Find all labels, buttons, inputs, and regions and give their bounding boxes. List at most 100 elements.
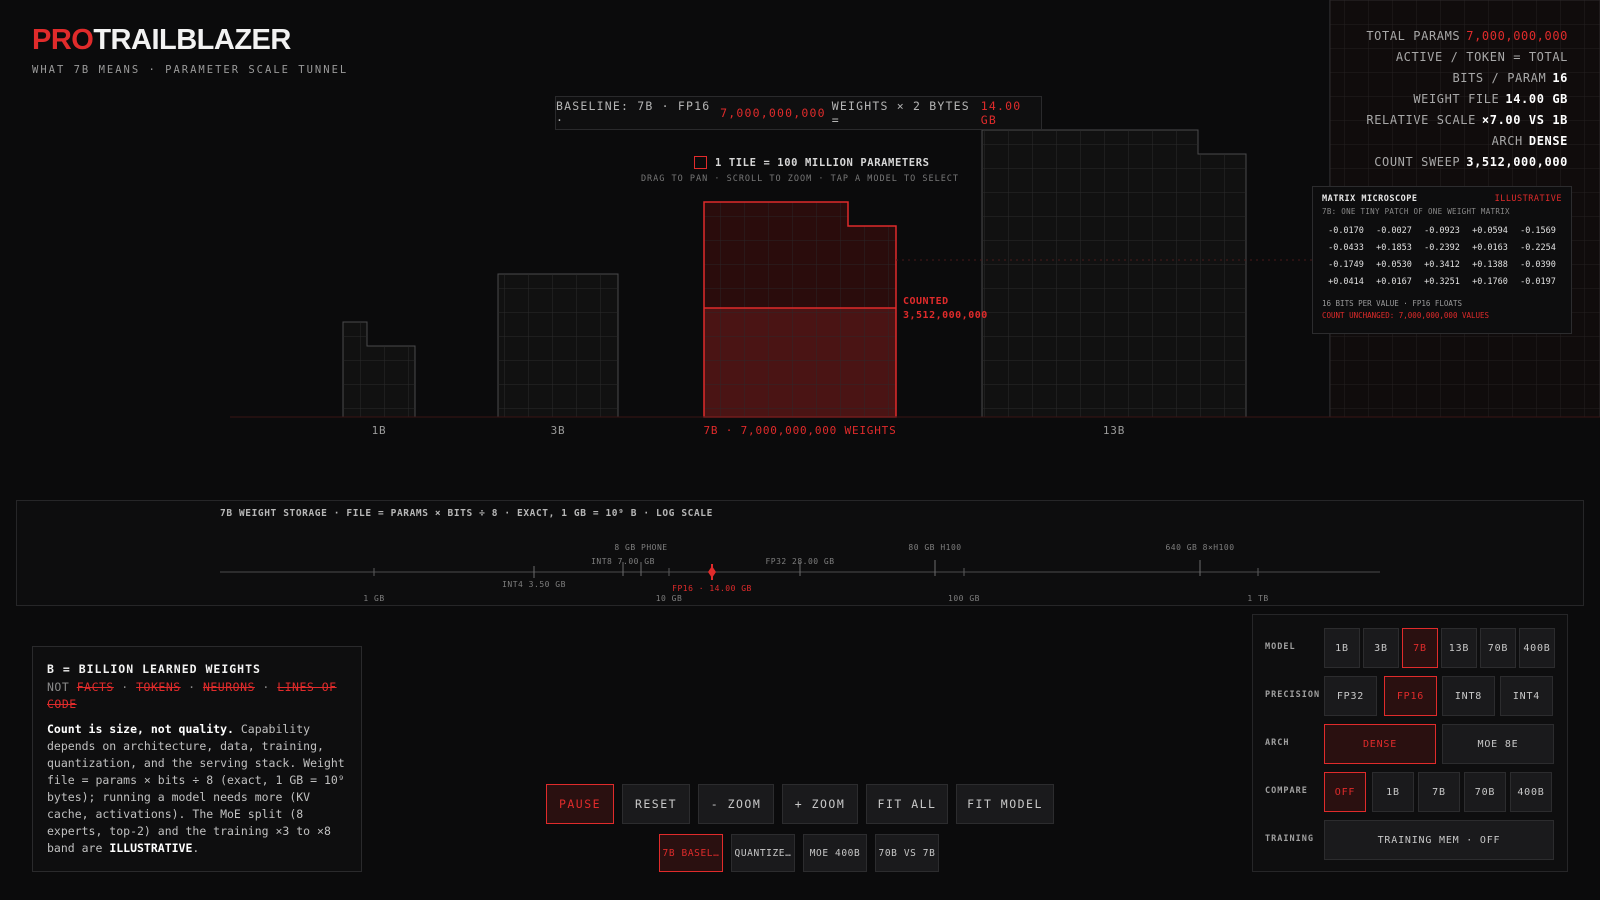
- weight-value: +0.0163: [1472, 243, 1508, 253]
- model-option-13b[interactable]: 13B: [1441, 628, 1477, 668]
- weight-value: +0.1853: [1376, 243, 1412, 253]
- weight-value: -0.0923: [1424, 226, 1460, 236]
- model-block-7b: [703, 201, 897, 418]
- precision-label: PRECISION: [1265, 690, 1321, 700]
- compare-option-7b[interactable]: 7B: [1418, 772, 1460, 812]
- stat-value: 14.00 GB: [1505, 92, 1568, 106]
- weight-value: -0.0390: [1520, 260, 1556, 270]
- zoom-in-button[interactable]: + ZOOM: [782, 784, 858, 824]
- weight-value: -0.2392: [1424, 243, 1460, 253]
- model-label-3b[interactable]: 3B: [551, 424, 566, 437]
- fit-all-button[interactable]: FIT ALL: [866, 784, 948, 824]
- brand-logo: PROTRAILBLAZER: [32, 24, 291, 56]
- weight-value: -0.0197: [1520, 277, 1556, 287]
- weight-value: -0.0170: [1328, 226, 1364, 236]
- stat-label: RELATIVE SCALE: [1366, 113, 1476, 127]
- stat-label: ACTIVE / TOKEN = TOTAL: [1395, 50, 1568, 64]
- weight-value: +0.1760: [1472, 277, 1508, 287]
- compare-option-1b[interactable]: 1B: [1372, 772, 1414, 812]
- model-label-7b[interactable]: 7B · 7,000,000,000 WEIGHTS: [704, 424, 897, 437]
- stat-label: COUNT SWEEP: [1374, 155, 1461, 169]
- marker-8xh100: 640 GB 8×H100: [1165, 543, 1235, 552]
- stat-row: RELATIVE SCALE ×7.00 VS 1B: [1366, 110, 1568, 131]
- weight-value: +0.1388: [1472, 260, 1508, 270]
- preset-moe-400b[interactable]: MOE 400B: [803, 834, 867, 872]
- reset-button[interactable]: RESET: [622, 784, 690, 824]
- stat-label: ARCH: [1491, 134, 1523, 148]
- stat-value: 7,000,000,000: [1466, 29, 1568, 43]
- stat-row: ARCH DENSE: [1366, 131, 1568, 152]
- stat-row: WEIGHT FILE 14.00 GB: [1366, 89, 1568, 110]
- stat-row: TOTAL PARAMS 7,000,000,000: [1366, 26, 1568, 47]
- weight-value: -0.1749: [1328, 260, 1364, 270]
- model-option-7b[interactable]: 7B: [1402, 628, 1438, 668]
- model-label-1b[interactable]: 1B: [372, 424, 387, 437]
- model-option-400b[interactable]: 400B: [1519, 628, 1555, 668]
- compare-option-400b[interactable]: 400B: [1510, 772, 1552, 812]
- stat-value: DENSE: [1528, 134, 1568, 148]
- not-list: NOT FACTS · TOKENS · NEURONS · LINES OF …: [47, 680, 337, 711]
- weight-value: +0.0167: [1376, 277, 1412, 287]
- arch-option-dense[interactable]: DENSE: [1324, 724, 1436, 764]
- preset-quantize[interactable]: QUANTIZE…: [731, 834, 795, 872]
- precision-option-int4[interactable]: INT4: [1500, 676, 1553, 716]
- stat-row: BITS / PARAM 16: [1366, 68, 1568, 89]
- fit-model-button[interactable]: FIT MODEL: [956, 784, 1054, 824]
- tick-1gb: 1 GB: [363, 594, 385, 603]
- tick-10gb: 10 GB: [655, 594, 683, 603]
- weight-value: -0.2254: [1520, 243, 1556, 253]
- preset-70b-vs-7b[interactable]: 70B VS 7B: [875, 834, 939, 872]
- weight-value: +0.3412: [1424, 260, 1460, 270]
- weight-value: +0.0414: [1328, 277, 1364, 287]
- marker-fp16: FP16 · 14.00 GB: [672, 584, 752, 593]
- storage-title: 7B WEIGHT STORAGE · FILE = PARAMS × BITS…: [220, 508, 713, 519]
- tick-1tb: 1 TB: [1247, 594, 1269, 603]
- training-label: TRAINING: [1265, 834, 1314, 844]
- stat-label: WEIGHT FILE: [1413, 92, 1500, 106]
- matrix-microscope: MATRIX MICROSCOPE ILLUSTRATIVE 7B: ONE TI…: [1312, 186, 1572, 334]
- weight-value: -0.0027: [1376, 226, 1412, 236]
- stats-panel: TOTAL PARAMS 7,000,000,000 ACTIVE / TOKEN …: [1366, 26, 1568, 173]
- precision-option-fp16[interactable]: FP16: [1384, 676, 1437, 716]
- info-card: B = BILLION LEARNED WEIGHTS NOT FACTS · …: [32, 646, 362, 872]
- stat-value: 3,512,000,000: [1466, 155, 1568, 169]
- app-subtitle: WHAT 7B MEANS · PARAMETER SCALE TUNNEL: [32, 64, 349, 76]
- arch-label: ARCH: [1265, 738, 1290, 748]
- tick-100gb: 100 GB: [948, 594, 980, 603]
- weight-value: +0.3251: [1424, 277, 1460, 287]
- model-block-3b: [497, 273, 619, 418]
- preset-7b-baseline[interactable]: 7B BASEL…: [659, 834, 723, 872]
- stat-label: BITS / PARAM: [1452, 71, 1547, 85]
- compare-option-70b[interactable]: 70B: [1464, 772, 1506, 812]
- model-label-13b[interactable]: 13B: [1103, 424, 1125, 437]
- stat-label: TOTAL PARAMS: [1366, 29, 1461, 43]
- marker-phone: 8 GB PHONE: [614, 543, 668, 552]
- stat-row: COUNT SWEEP 3,512,000,000: [1366, 152, 1568, 173]
- model-option-1b[interactable]: 1B: [1324, 628, 1360, 668]
- model-option-3b[interactable]: 3B: [1363, 628, 1399, 668]
- precision-option-fp32[interactable]: FP32: [1324, 676, 1377, 716]
- compare-label: COMPARE: [1265, 786, 1308, 796]
- weight-value: +0.0530: [1376, 260, 1412, 270]
- weight-matrix: -0.0170 -0.0027 -0.0923 +0.0594 -0.1569 -0.04…: [1322, 226, 1562, 287]
- zoom-out-button[interactable]: - ZOOM: [698, 784, 774, 824]
- precision-option-int8[interactable]: INT8: [1442, 676, 1495, 716]
- weight-value: -0.1569: [1520, 226, 1556, 236]
- pause-button[interactable]: PAUSE: [546, 784, 614, 824]
- training-toggle[interactable]: TRAINING MEM · OFF: [1324, 820, 1554, 860]
- counted-readout: COUNTED 3,512,000,000: [903, 296, 988, 321]
- tile-swatch: [694, 156, 707, 169]
- model-option-70b[interactable]: 70B: [1480, 628, 1516, 668]
- marker-int4: INT4 3.50 GB: [502, 580, 566, 589]
- marker-int8: INT8 7.00 GB: [591, 557, 655, 566]
- interaction-hint: DRAG TO PAN · SCROLL TO ZOOM · TAP A MOD…: [640, 174, 960, 184]
- marker-h100: 80 GB H100: [908, 543, 962, 552]
- weight-value: +0.0594: [1472, 226, 1508, 236]
- compare-option-off[interactable]: OFF: [1324, 772, 1366, 812]
- arch-option-moe-8e[interactable]: MOE 8E: [1442, 724, 1554, 764]
- baseline-readout: BASELINE: 7B · FP16 · 7,000,000,000 WEIGHT…: [555, 96, 1042, 130]
- stat-value: 16: [1552, 71, 1568, 85]
- marker-fp32: FP32 28.00 GB: [765, 557, 835, 566]
- model-label: MODEL: [1265, 642, 1296, 652]
- weight-value: -0.0433: [1328, 243, 1364, 253]
